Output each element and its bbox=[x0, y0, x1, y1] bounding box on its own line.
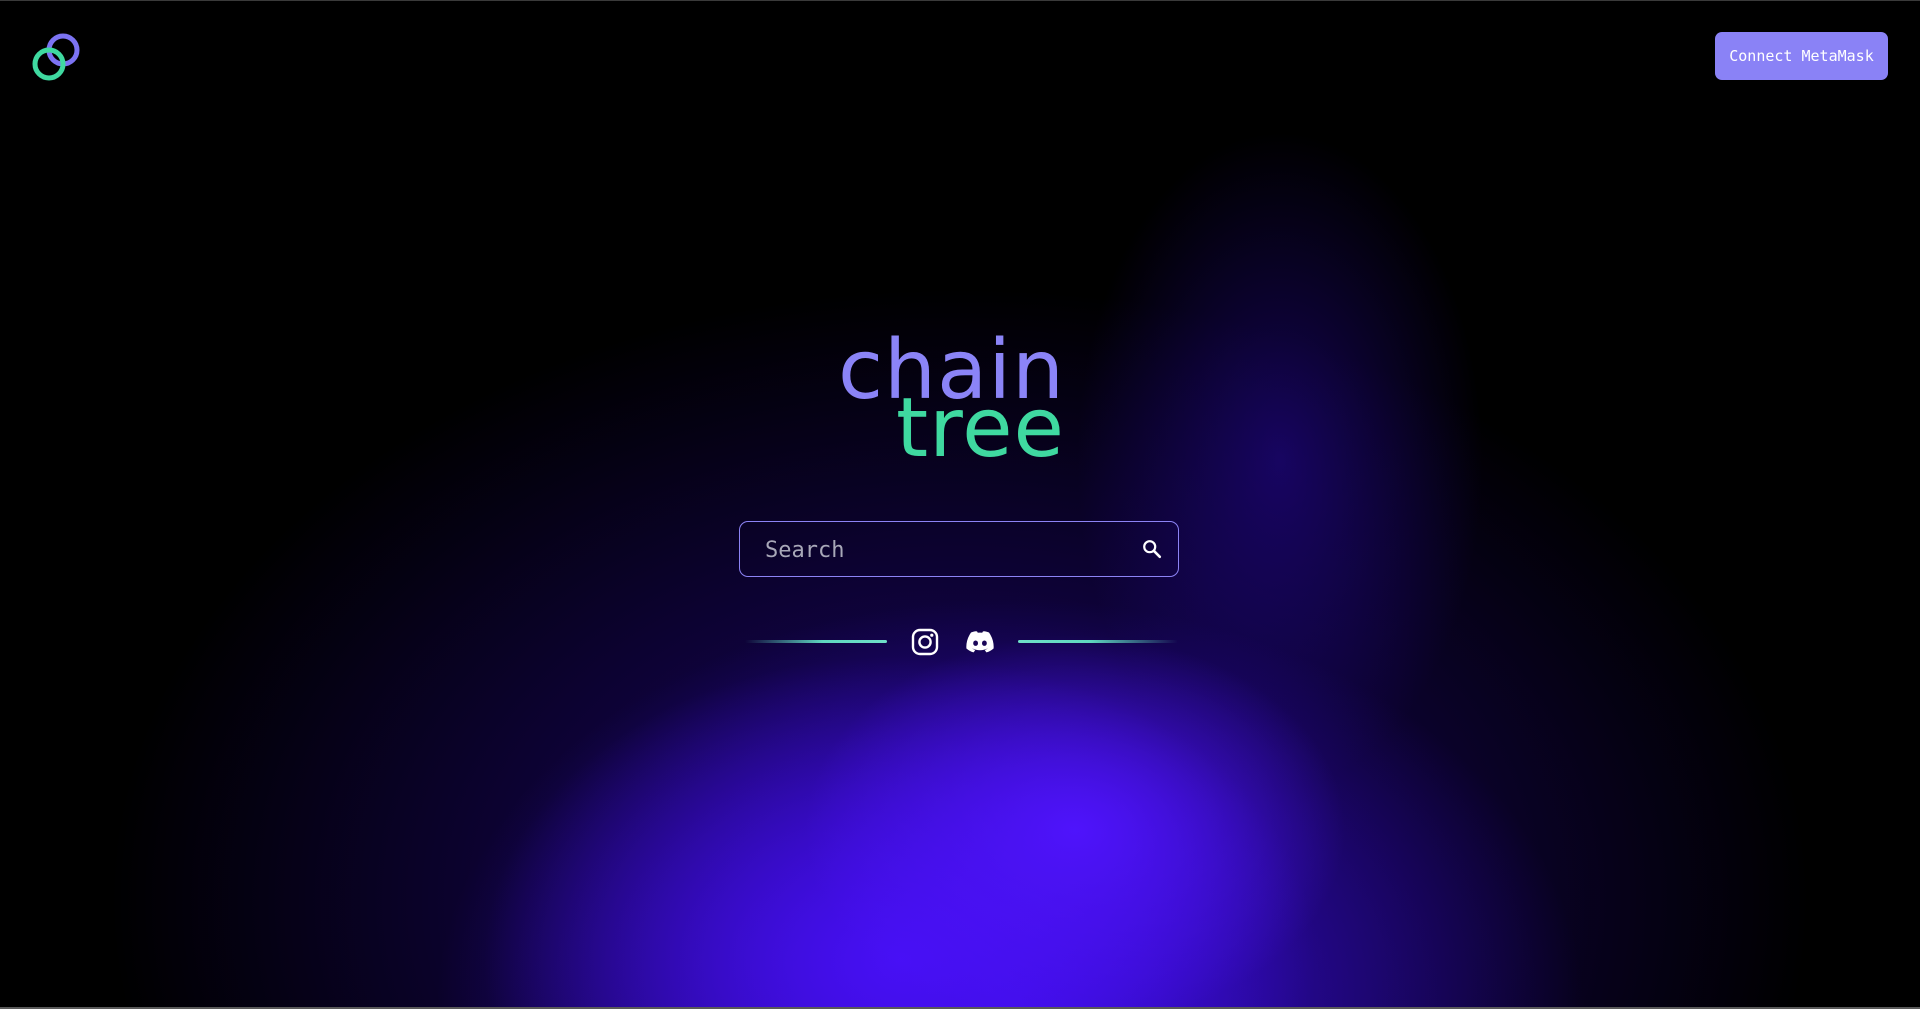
divider-left bbox=[745, 640, 887, 643]
connect-metamask-button[interactable]: Connect MetaMask bbox=[1715, 32, 1888, 80]
search-icon[interactable] bbox=[1141, 538, 1163, 560]
instagram-icon[interactable] bbox=[911, 628, 939, 656]
top-border bbox=[0, 0, 1920, 1]
page: Connect MetaMask chain tree bbox=[0, 0, 1920, 1009]
chain-link-icon[interactable] bbox=[30, 31, 82, 83]
divider-right bbox=[1018, 640, 1178, 643]
brand-logo: chain tree bbox=[838, 330, 1080, 480]
discord-icon[interactable] bbox=[964, 629, 996, 655]
search-input[interactable] bbox=[763, 522, 1127, 578]
search-bar bbox=[739, 521, 1179, 578]
brand-word-tree: tree bbox=[896, 381, 1065, 476]
